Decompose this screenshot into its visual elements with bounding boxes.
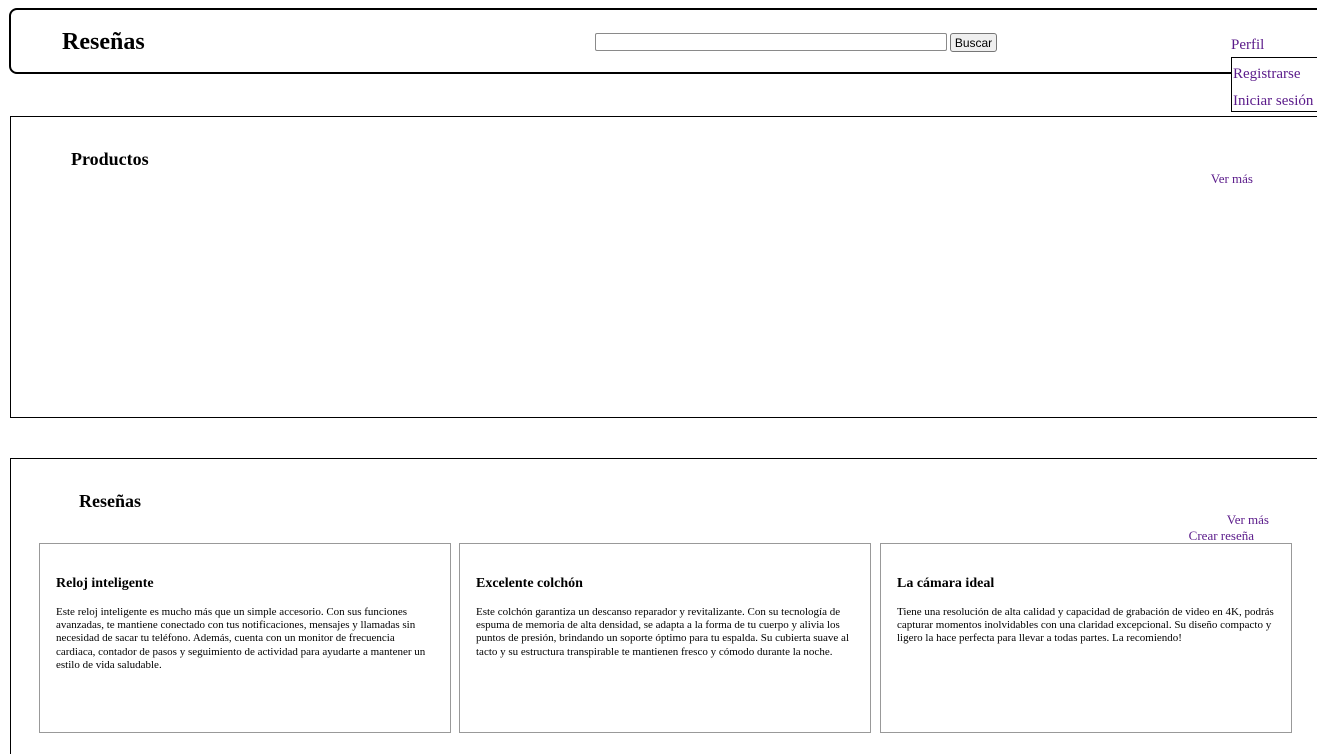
reviews-more-link[interactable]: Ver más <box>1227 512 1269 527</box>
nav-register-link[interactable]: Registrarse <box>1233 65 1300 83</box>
nav-login-link[interactable]: Iniciar sesión <box>1233 92 1313 110</box>
review-card[interactable]: Excelente colchón Este colchón garantiza… <box>459 543 871 733</box>
review-card-title: Excelente colchón <box>476 576 583 591</box>
review-card-text: Este colchón garantiza un descanso repar… <box>476 606 849 658</box>
review-card-text: Tiene una resolución de alta calidad y c… <box>897 606 1274 645</box>
nav-profile-link[interactable]: Perfil <box>1231 36 1264 54</box>
site-brand[interactable]: Reseñas <box>62 29 145 56</box>
products-title: Productos <box>71 149 149 169</box>
review-card[interactable]: Reloj inteligente Este reloj inteligente… <box>39 543 451 733</box>
products-more-link[interactable]: Ver más <box>1211 171 1253 186</box>
create-review-link[interactable]: Crear reseña <box>1189 528 1254 543</box>
review-card-title: Reloj inteligente <box>56 576 154 591</box>
review-card[interactable]: La cámara ideal Tiene una resolución de … <box>880 543 1292 733</box>
nav-account-dropdown: Registrarse Iniciar sesión <box>1231 57 1317 112</box>
review-card-text: Este reloj inteligente es mucho más que … <box>56 606 426 671</box>
review-card-title: La cámara ideal <box>897 576 995 591</box>
reviews-section: Reseñas Ver más Crear reseña Reloj intel… <box>10 458 1317 754</box>
products-section: Productos Ver más <box>10 116 1317 418</box>
reviews-title: Reseñas <box>79 491 141 511</box>
search-input[interactable] <box>595 33 947 51</box>
search-button[interactable]: Buscar <box>950 33 997 52</box>
